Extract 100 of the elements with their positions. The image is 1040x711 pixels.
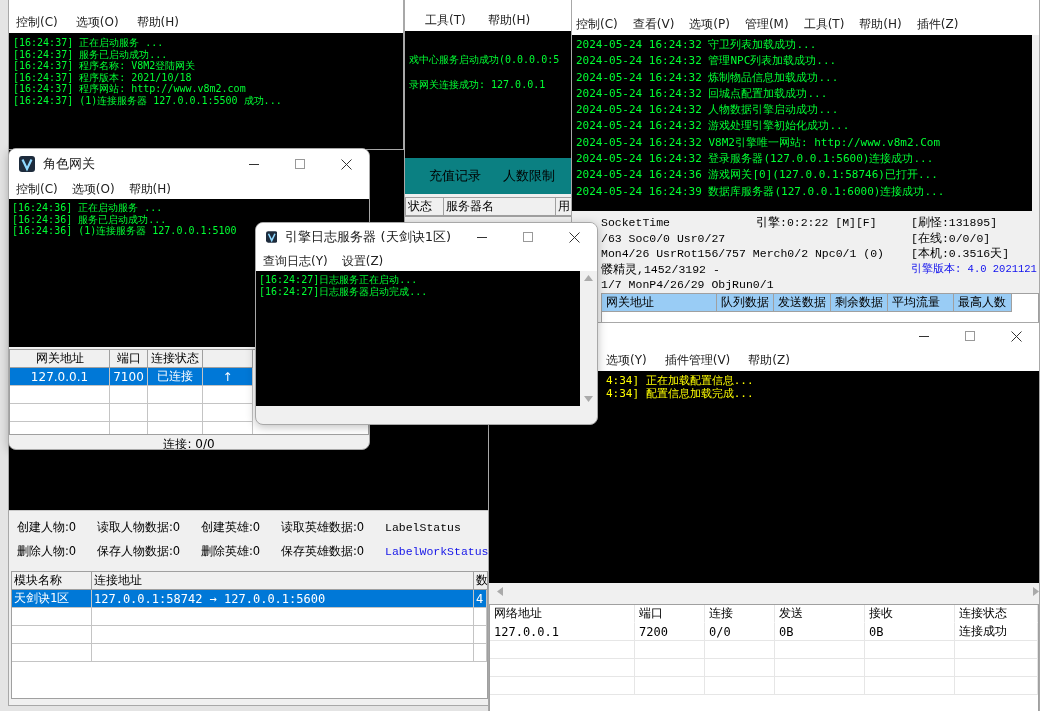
stat-text: [在线:0/0/0] [911, 230, 992, 246]
log-line: [16:24:36] 服务已启动成功... [12, 213, 167, 225]
maximize-icon[interactable] [295, 159, 305, 169]
log-line: 2024-05-24 16:24:32 回城点配置加载成功... [576, 85, 828, 102]
table-cell: 0B [775, 623, 865, 641]
table-cell: 7200 [635, 623, 705, 641]
column-header[interactable]: 连接状态 [148, 350, 203, 368]
table-cell [474, 644, 487, 662]
menu-item[interactable]: 插件(Z) [916, 15, 959, 33]
scrollbar[interactable] [1032, 35, 1039, 211]
minimize-icon[interactable] [919, 335, 929, 337]
menu-item[interactable]: 查看(V) [632, 15, 675, 33]
scroll-right-icon[interactable] [1033, 587, 1039, 596]
table-cell: 4 [474, 590, 487, 608]
maximize-icon[interactable] [523, 232, 533, 242]
table-cell: 已连接 [148, 368, 203, 386]
log-line: 2024-05-24 16:24:32 V8M2引擎唯一网站: http://www.v8m2.Com [576, 134, 940, 151]
table-cell: 0B [865, 623, 955, 641]
stat-label: 删除英雄:0 [201, 543, 262, 559]
menu-item[interactable]: 工具(T) [425, 11, 466, 29]
menu-item[interactable]: 帮助(H) [136, 13, 179, 31]
table-cell [474, 608, 487, 626]
table-cell [705, 659, 775, 677]
table-cell [148, 386, 203, 404]
menu-item[interactable]: 选项(O) [71, 180, 115, 198]
stat-label: 创建英雄:0 [201, 519, 262, 535]
column-header[interactable]: 网关地址 [602, 294, 717, 312]
column-header[interactable]: 用 [556, 198, 572, 216]
close-icon[interactable] [340, 158, 352, 170]
menu-item[interactable]: 选项(P) [689, 15, 730, 33]
column-header[interactable]: 状态 [406, 198, 444, 216]
log-line: 2024-05-24 16:24:36 游戏网关[0](127.0.0.1:58746)已打开... [576, 167, 938, 184]
table-cell [474, 626, 487, 644]
table-cell [110, 386, 148, 404]
stat-label: 读取英雄数据:0 [281, 519, 366, 535]
stat-label: 删除人物:0 [17, 543, 78, 559]
column-header[interactable]: 模块名称 [12, 572, 92, 590]
minimize-icon[interactable] [249, 163, 259, 165]
menu-item[interactable]: 插件管理(V) [664, 351, 731, 369]
stat-label: 读取人物数据:0 [97, 519, 182, 535]
column-header[interactable]: 数 [474, 572, 487, 590]
table-cell: 天剑诀1区 [12, 590, 92, 608]
table-row[interactable]: 天剑诀1区 127.0.0.1:58742 → 127.0.0.1:5600 4 [12, 590, 487, 608]
menu-item[interactable]: 管理(M) [744, 15, 789, 33]
log-line: 2024-05-24 16:24:32 炼制物品信息加载成功... [576, 69, 839, 86]
table-cell [635, 659, 705, 677]
column-header[interactable]: 最高人数 [954, 294, 1012, 312]
minimize-icon[interactable] [477, 236, 487, 238]
close-icon[interactable] [568, 231, 580, 243]
log-line: [16:24:36] (1)连接服务器 127.0.0.1:5100 [12, 225, 237, 237]
log-line: [16:24:36] 正在启动服务 ... [12, 202, 163, 214]
log-line: 2024-05-24 16:24:32 登录服务器(127.0.0.1:5600)连接成功... [576, 151, 934, 168]
menu-item[interactable]: 控制(C) [16, 180, 58, 198]
menu-item[interactable]: 查询日志(Y) [263, 252, 328, 270]
menu-item[interactable]: 控制(C) [16, 13, 58, 31]
table-cell: ↑ [203, 368, 253, 386]
column-header[interactable]: 网关地址 [10, 350, 110, 368]
column-header[interactable]: 连接地址 [92, 572, 474, 590]
menu-item[interactable]: 帮助(Z) [748, 351, 790, 369]
menu-item[interactable]: 设置(Z) [341, 252, 384, 270]
log-line: [16:24:37] 服务已启动成功... [13, 48, 168, 60]
log-line: 2024-05-24 16:24:32 管理NPC列表加载成功... [576, 53, 837, 70]
log-line: 2024-05-24 16:24:39 数据库服务器(127.0.0.1:6000)连接成功... [576, 183, 945, 200]
status-label: LabelStatus [385, 520, 462, 534]
close-icon[interactable] [1010, 330, 1022, 342]
table-cell: 0/0 [705, 623, 775, 641]
status-text: SocketTime [601, 215, 670, 231]
scroll-up-icon[interactable] [584, 275, 593, 281]
column-header[interactable]: 队列数据 [717, 294, 774, 312]
column-header[interactable]: 服务器名 [444, 198, 556, 216]
log-line: 录网关连接成功: 127.0.0.1 [409, 78, 546, 92]
table-cell [148, 404, 203, 422]
table-row[interactable]: 127.0.0.1 7100 已连接 ↑ [10, 368, 253, 386]
log-line: [16:24:37] 程序名称: V8M2登陆网关 [13, 60, 196, 72]
tab[interactable]: 人数限制 [503, 167, 555, 185]
menu-item[interactable]: 控制(C) [576, 15, 618, 33]
log-line: 4:34] 正在加载配置信息... [606, 374, 754, 387]
maximize-icon[interactable] [965, 331, 975, 341]
column-header[interactable]: 剩余数据 [831, 294, 888, 312]
app-icon [266, 229, 278, 245]
menu-item[interactable]: 选项(O) [75, 13, 119, 31]
table-cell [635, 677, 705, 695]
tab[interactable]: 充值记录 [429, 167, 481, 185]
menu-item[interactable]: 帮助(H) [128, 180, 171, 198]
column-header[interactable]: 平均流量 [888, 294, 954, 312]
status-text: Mon4/26 UsrRot156/757 Merch0/2 Npc0/1 (0) [601, 246, 885, 262]
column-header[interactable]: 端口 [110, 350, 148, 368]
menu-item[interactable]: 选项(Y) [606, 351, 647, 369]
scroll-down-icon[interactable] [584, 396, 593, 402]
status-label: LabelWorkStatus [385, 544, 488, 558]
scroll-left-icon[interactable] [497, 587, 503, 596]
menu-item[interactable]: 帮助(H) [487, 11, 531, 29]
column-header[interactable]: 发送数据 [774, 294, 831, 312]
menu-item[interactable]: 工具(T) [803, 15, 845, 33]
table-cell: 127.0.0.1 [490, 623, 635, 641]
connection-status: 连接: 0/0 [163, 435, 215, 449]
log-line: 2024-05-24 16:24:32 守卫列表加载成功... [576, 37, 817, 53]
table-cell: 7100 [110, 368, 148, 386]
log-line: [16:24:27]日志服务器启动完成... [259, 285, 428, 297]
menu-item[interactable]: 帮助(H) [859, 15, 902, 33]
